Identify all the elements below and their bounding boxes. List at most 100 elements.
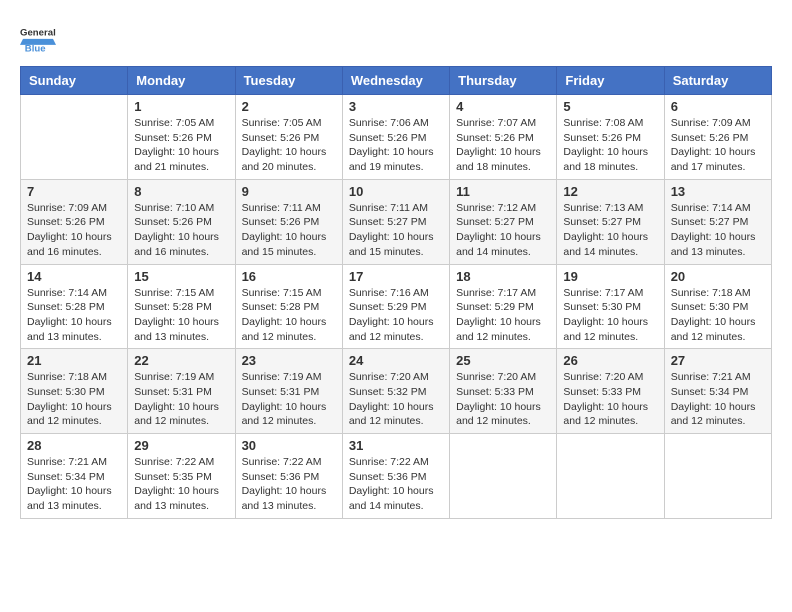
daylight: Daylight: 10 hours and 19 minutes. <box>349 146 434 173</box>
day-number: 28 <box>27 438 121 453</box>
daylight: Daylight: 10 hours and 16 minutes. <box>134 231 219 258</box>
sunset: Sunset: 5:32 PM <box>349 386 427 398</box>
day-detail: Sunrise: 7:20 AM Sunset: 5:32 PM Dayligh… <box>349 370 443 429</box>
weekday-header: Thursday <box>450 67 557 95</box>
sunrise: Sunrise: 7:19 AM <box>242 371 322 383</box>
day-number: 8 <box>134 184 228 199</box>
calendar-cell: 9 Sunrise: 7:11 AM Sunset: 5:26 PM Dayli… <box>235 179 342 264</box>
day-number: 12 <box>563 184 657 199</box>
sunset: Sunset: 5:27 PM <box>563 216 641 228</box>
calendar-cell: 23 Sunrise: 7:19 AM Sunset: 5:31 PM Dayl… <box>235 349 342 434</box>
daylight: Daylight: 10 hours and 13 minutes. <box>134 485 219 512</box>
day-number: 14 <box>27 269 121 284</box>
sunrise: Sunrise: 7:13 AM <box>563 202 643 214</box>
daylight: Daylight: 10 hours and 12 minutes. <box>671 316 756 343</box>
calendar-cell: 19 Sunrise: 7:17 AM Sunset: 5:30 PM Dayl… <box>557 264 664 349</box>
daylight: Daylight: 10 hours and 12 minutes. <box>456 401 541 428</box>
day-number: 22 <box>134 353 228 368</box>
sunrise: Sunrise: 7:16 AM <box>349 287 429 299</box>
day-detail: Sunrise: 7:22 AM Sunset: 5:36 PM Dayligh… <box>349 455 443 514</box>
sunrise: Sunrise: 7:15 AM <box>242 287 322 299</box>
day-detail: Sunrise: 7:06 AM Sunset: 5:26 PM Dayligh… <box>349 116 443 175</box>
day-number: 10 <box>349 184 443 199</box>
daylight: Daylight: 10 hours and 14 minutes. <box>349 485 434 512</box>
day-number: 9 <box>242 184 336 199</box>
calendar-cell: 16 Sunrise: 7:15 AM Sunset: 5:28 PM Dayl… <box>235 264 342 349</box>
sunset: Sunset: 5:27 PM <box>671 216 749 228</box>
daylight: Daylight: 10 hours and 12 minutes. <box>242 401 327 428</box>
header: General Blue <box>20 20 772 56</box>
daylight: Daylight: 10 hours and 15 minutes. <box>242 231 327 258</box>
daylight: Daylight: 10 hours and 12 minutes. <box>563 401 648 428</box>
sunset: Sunset: 5:27 PM <box>349 216 427 228</box>
sunset: Sunset: 5:30 PM <box>27 386 105 398</box>
daylight: Daylight: 10 hours and 20 minutes. <box>242 146 327 173</box>
sunrise: Sunrise: 7:19 AM <box>134 371 214 383</box>
calendar-cell: 17 Sunrise: 7:16 AM Sunset: 5:29 PM Dayl… <box>342 264 449 349</box>
calendar-cell: 25 Sunrise: 7:20 AM Sunset: 5:33 PM Dayl… <box>450 349 557 434</box>
sunset: Sunset: 5:29 PM <box>349 301 427 313</box>
sunset: Sunset: 5:26 PM <box>349 132 427 144</box>
daylight: Daylight: 10 hours and 15 minutes. <box>349 231 434 258</box>
sunrise: Sunrise: 7:22 AM <box>242 456 322 468</box>
day-number: 30 <box>242 438 336 453</box>
day-number: 18 <box>456 269 550 284</box>
sunset: Sunset: 5:26 PM <box>563 132 641 144</box>
day-detail: Sunrise: 7:17 AM Sunset: 5:29 PM Dayligh… <box>456 286 550 345</box>
sunrise: Sunrise: 7:11 AM <box>349 202 428 214</box>
sunrise: Sunrise: 7:05 AM <box>134 117 214 129</box>
day-detail: Sunrise: 7:21 AM Sunset: 5:34 PM Dayligh… <box>671 370 765 429</box>
daylight: Daylight: 10 hours and 18 minutes. <box>456 146 541 173</box>
day-number: 4 <box>456 99 550 114</box>
daylight: Daylight: 10 hours and 13 minutes. <box>242 485 327 512</box>
day-number: 2 <box>242 99 336 114</box>
sunset: Sunset: 5:31 PM <box>242 386 320 398</box>
daylight: Daylight: 10 hours and 12 minutes. <box>27 401 112 428</box>
calendar-cell: 14 Sunrise: 7:14 AM Sunset: 5:28 PM Dayl… <box>21 264 128 349</box>
calendar-cell: 11 Sunrise: 7:12 AM Sunset: 5:27 PM Dayl… <box>450 179 557 264</box>
day-number: 15 <box>134 269 228 284</box>
sunset: Sunset: 5:33 PM <box>456 386 534 398</box>
day-detail: Sunrise: 7:19 AM Sunset: 5:31 PM Dayligh… <box>242 370 336 429</box>
calendar-cell: 2 Sunrise: 7:05 AM Sunset: 5:26 PM Dayli… <box>235 95 342 180</box>
sunrise: Sunrise: 7:06 AM <box>349 117 429 129</box>
sunset: Sunset: 5:26 PM <box>456 132 534 144</box>
sunset: Sunset: 5:30 PM <box>563 301 641 313</box>
day-number: 1 <box>134 99 228 114</box>
daylight: Daylight: 10 hours and 14 minutes. <box>456 231 541 258</box>
svg-text:General: General <box>20 27 56 38</box>
day-detail: Sunrise: 7:05 AM Sunset: 5:26 PM Dayligh… <box>242 116 336 175</box>
calendar-cell: 26 Sunrise: 7:20 AM Sunset: 5:33 PM Dayl… <box>557 349 664 434</box>
sunrise: Sunrise: 7:15 AM <box>134 287 214 299</box>
svg-text:Blue: Blue <box>25 44 46 55</box>
daylight: Daylight: 10 hours and 21 minutes. <box>134 146 219 173</box>
day-detail: Sunrise: 7:07 AM Sunset: 5:26 PM Dayligh… <box>456 116 550 175</box>
sunset: Sunset: 5:36 PM <box>349 471 427 483</box>
calendar-cell <box>450 434 557 519</box>
sunrise: Sunrise: 7:08 AM <box>563 117 643 129</box>
sunrise: Sunrise: 7:17 AM <box>563 287 643 299</box>
calendar-cell: 31 Sunrise: 7:22 AM Sunset: 5:36 PM Dayl… <box>342 434 449 519</box>
calendar-cell: 3 Sunrise: 7:06 AM Sunset: 5:26 PM Dayli… <box>342 95 449 180</box>
day-number: 25 <box>456 353 550 368</box>
sunset: Sunset: 5:27 PM <box>456 216 534 228</box>
sunrise: Sunrise: 7:18 AM <box>671 287 751 299</box>
day-detail: Sunrise: 7:20 AM Sunset: 5:33 PM Dayligh… <box>456 370 550 429</box>
day-number: 7 <box>27 184 121 199</box>
calendar-cell: 29 Sunrise: 7:22 AM Sunset: 5:35 PM Dayl… <box>128 434 235 519</box>
sunset: Sunset: 5:36 PM <box>242 471 320 483</box>
day-number: 5 <box>563 99 657 114</box>
day-number: 3 <box>349 99 443 114</box>
calendar-cell: 1 Sunrise: 7:05 AM Sunset: 5:26 PM Dayli… <box>128 95 235 180</box>
day-detail: Sunrise: 7:20 AM Sunset: 5:33 PM Dayligh… <box>563 370 657 429</box>
daylight: Daylight: 10 hours and 12 minutes. <box>242 316 327 343</box>
calendar-cell: 5 Sunrise: 7:08 AM Sunset: 5:26 PM Dayli… <box>557 95 664 180</box>
day-detail: Sunrise: 7:05 AM Sunset: 5:26 PM Dayligh… <box>134 116 228 175</box>
daylight: Daylight: 10 hours and 12 minutes. <box>671 401 756 428</box>
sunset: Sunset: 5:30 PM <box>671 301 749 313</box>
day-number: 31 <box>349 438 443 453</box>
day-detail: Sunrise: 7:09 AM Sunset: 5:26 PM Dayligh… <box>671 116 765 175</box>
day-number: 26 <box>563 353 657 368</box>
weekday-header: Monday <box>128 67 235 95</box>
calendar-cell: 18 Sunrise: 7:17 AM Sunset: 5:29 PM Dayl… <box>450 264 557 349</box>
